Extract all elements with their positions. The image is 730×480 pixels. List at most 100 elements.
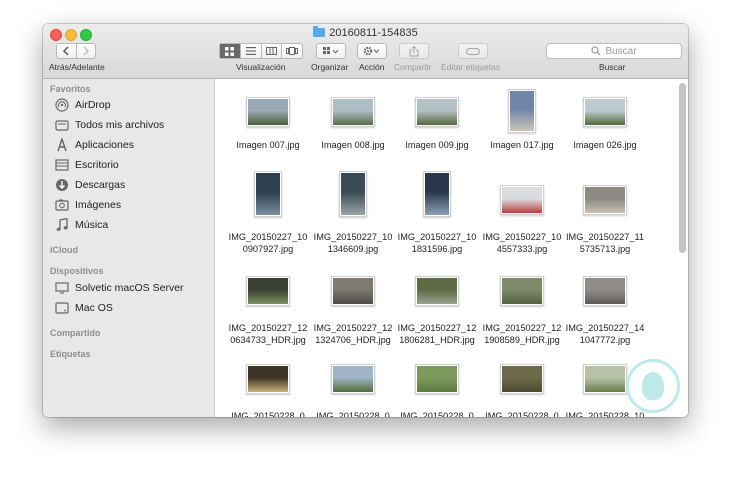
file-name-line2: 1908589_HDR.jpg	[484, 335, 560, 345]
file-name: IMG_20150227_11	[566, 232, 644, 242]
thumbnail-image	[248, 366, 288, 392]
column-view-button[interactable]	[260, 44, 282, 58]
sidebar-item-label: Descargas	[75, 179, 126, 191]
file-name-line2: 0634733_HDR.jpg	[230, 335, 306, 345]
sidebar-section-devices: Dispositivos	[50, 266, 104, 276]
thumbnail-image	[502, 278, 542, 304]
image-thumbnail	[500, 185, 544, 215]
tag-icon	[466, 47, 480, 55]
image-thumbnail	[415, 364, 459, 394]
back-button[interactable]	[57, 44, 76, 58]
sidebar-section-icloud[interactable]: iCloud	[50, 245, 78, 255]
list-view-button[interactable]	[239, 44, 261, 58]
nav-label: Atrás/Adelante	[49, 62, 105, 72]
file-name: IMG_20150227_10	[228, 232, 308, 242]
file-name: IMG_20150228_0	[485, 411, 559, 417]
file-name: IMG_20150227_12	[482, 323, 562, 333]
sidebar-item-label: Solvetic macOS Server	[75, 282, 184, 294]
chevron-left-icon	[63, 46, 69, 56]
all-files-icon	[55, 118, 69, 132]
file-name: IMG_20150227_14	[565, 323, 645, 333]
search-label: Buscar	[599, 62, 626, 72]
file-name-line2: 1806281_HDR.jpg	[399, 335, 475, 345]
file-name-line2: 1047772.jpg	[579, 335, 631, 345]
file-name: IMG_20150227_10	[482, 232, 562, 242]
cover-flow-button[interactable]	[281, 44, 302, 58]
sidebar-item-label: Mac OS	[75, 302, 113, 314]
sidebar-item-downloads[interactable]: Descargas	[55, 176, 125, 194]
action-label: Acción	[359, 62, 385, 72]
arrange-button[interactable]	[316, 43, 346, 59]
hard-drive-icon	[55, 301, 69, 315]
file-name: IMG_20150227_10	[313, 232, 393, 242]
sidebar-item-macos-server[interactable]: Solvetic macOS Server	[55, 279, 184, 297]
image-thumbnail	[415, 276, 459, 306]
image-thumbnail	[254, 171, 282, 217]
image-thumbnail	[583, 364, 627, 394]
file-name: Imagen 017.jpg	[490, 140, 554, 150]
thumbnail-image	[585, 278, 625, 304]
view-label: Visualización	[236, 62, 286, 72]
file-name-line2: 1831596.jpg	[411, 244, 463, 254]
toolbar: 20160811-154835 Atrás/Adelante Visualiza…	[43, 24, 688, 79]
thumbnail-image	[417, 278, 457, 304]
share-button[interactable]	[399, 43, 429, 59]
image-thumbnail	[246, 97, 290, 127]
sidebar-item-music[interactable]: Música	[55, 216, 108, 234]
thumbnail-image	[417, 366, 457, 392]
vertical-scrollbar[interactable]	[679, 83, 686, 253]
thumbnail-image	[341, 173, 365, 215]
list-icon	[245, 47, 256, 55]
sidebar-section-favorites: Favoritos	[50, 84, 91, 94]
image-thumbnail	[500, 364, 544, 394]
image-thumbnail	[339, 171, 367, 217]
search-input[interactable]: Buscar	[546, 43, 682, 59]
sidebar-item-label: AirDrop	[75, 99, 111, 111]
sidebar: Favoritos AirDrop Todos mis archivos Apl…	[43, 79, 215, 417]
file-name: IMG_20150228_0	[316, 411, 390, 417]
forward-button[interactable]	[75, 44, 96, 58]
desktop-icon	[55, 158, 69, 172]
thumbnail-image	[333, 278, 373, 304]
edit-tags-label: Editar etiquetas	[441, 62, 501, 72]
action-button[interactable]	[357, 43, 387, 59]
sidebar-item-airdrop[interactable]: AirDrop	[55, 96, 111, 114]
sidebar-section-shared[interactable]: Compartido	[50, 328, 101, 338]
airdrop-icon	[55, 98, 69, 112]
folder-icon	[313, 26, 326, 37]
sidebar-item-label: Imágenes	[75, 199, 122, 211]
thumbnail-image	[333, 366, 373, 392]
thumbnail-image	[585, 99, 625, 125]
window-title-text: 20160811-154835	[329, 27, 418, 39]
sidebar-item-label: Escritorio	[75, 159, 119, 171]
icon-view-button[interactable]	[220, 44, 240, 58]
arrange-label: Organizar	[311, 62, 349, 72]
file-name-line2: 5735713.jpg	[579, 244, 631, 254]
thumbnail-image	[425, 173, 449, 215]
sidebar-item-mac-os[interactable]: Mac OS	[55, 299, 113, 317]
sidebar-item-all-files[interactable]: Todos mis archivos	[55, 116, 164, 134]
thumbnail-image	[248, 99, 288, 125]
file-name-line2: 1324706_HDR.jpg	[315, 335, 391, 345]
image-thumbnail	[415, 97, 459, 127]
cover-flow-icon	[286, 47, 299, 55]
thumbnail-image	[256, 173, 280, 215]
thumbnail-image	[333, 99, 373, 125]
thumbnail-image	[585, 187, 625, 213]
share-label: Compartir	[394, 62, 432, 72]
display-icon	[55, 281, 69, 295]
file-name: IMG_20150227_10	[397, 232, 477, 242]
applications-icon	[55, 138, 69, 152]
sidebar-item-desktop[interactable]: Escritorio	[55, 156, 119, 174]
image-thumbnail	[583, 276, 627, 306]
sidebar-section-tags[interactable]: Etiquetas	[50, 349, 91, 359]
search-placeholder: Buscar	[605, 45, 637, 57]
file-name: IMG_20150227_12	[228, 323, 308, 333]
image-thumbnail	[423, 171, 451, 217]
edit-tags-button[interactable]	[458, 43, 488, 59]
sidebar-item-pictures[interactable]: Imágenes	[55, 196, 121, 214]
file-name: IMG_20150228_10	[565, 411, 645, 417]
sidebar-item-applications[interactable]: Aplicaciones	[55, 136, 134, 154]
thumbnail-image	[502, 366, 542, 392]
file-name: IMG_20150227_12	[313, 323, 393, 333]
